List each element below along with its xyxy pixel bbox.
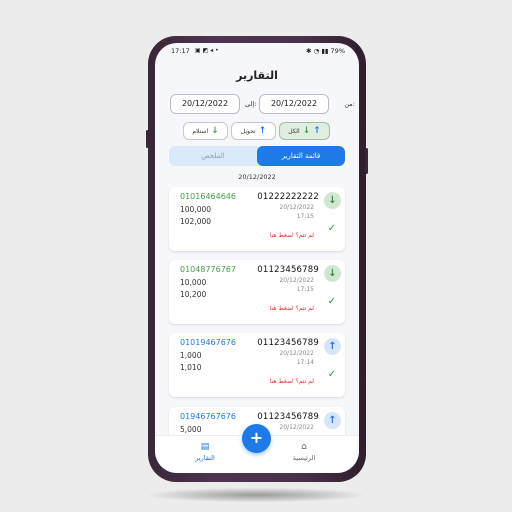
nav-label-home: الرئيسية [292, 454, 316, 462]
add-button[interactable]: + [242, 424, 271, 453]
to-date-field[interactable]: 20/12/2022 [170, 94, 240, 114]
nav-item-reports[interactable]: ▤ التقارير [175, 442, 235, 462]
notification-icons: ▣ ◩ ◂ • [195, 47, 219, 54]
item-amount: 5,000 [180, 425, 202, 434]
document-icon: ▤ [200, 442, 210, 452]
home-icon: ⌂ [301, 442, 307, 452]
outgoing-arrow-icon: ↑ [324, 412, 341, 429]
item-total: 10,200 [180, 290, 207, 299]
chip-label-receive: استلام [192, 127, 209, 135]
item-date: 20/12/2022 [279, 350, 314, 357]
retry-link[interactable]: لم تتم؟ اضغط هنا [270, 305, 314, 312]
filter-chip-all[interactable]: الكل ↓ ↑ [279, 122, 330, 140]
item-time: 17:15 [296, 213, 314, 220]
nav-label-reports: التقارير [195, 454, 215, 462]
nav-item-home[interactable]: ⌂ الرئيسية [274, 442, 334, 462]
item-time: 17:14 [296, 359, 314, 366]
filter-chip-receive[interactable]: استلام ↓ [183, 122, 228, 140]
item-amount: 100,000 [180, 205, 212, 214]
list-date-header: 20/12/2022 [238, 173, 276, 181]
arrow-down-icon: ↓ [302, 125, 311, 136]
item-amount: 1,000 [180, 351, 202, 360]
volume-button [365, 148, 368, 174]
arrow-up-icon: ↑ [313, 125, 321, 136]
phone-shadow [150, 488, 362, 502]
tab-switcher: قائمة التقارير الملخص [169, 146, 345, 166]
page-title: التقارير [236, 69, 278, 82]
arrow-up-icon: ↑ [258, 125, 267, 136]
status-time: 17:17 [171, 47, 190, 55]
filter-chip-transfer[interactable]: تحويل ↑ [231, 122, 276, 140]
side-button [146, 130, 149, 148]
signal-icon: ✱ ◔ ▮▮ [306, 47, 329, 55]
item-total: 102,000 [180, 217, 212, 226]
item-time: 17:15 [296, 286, 314, 293]
from-label: من: [344, 100, 355, 108]
outgoing-arrow-icon: ↑ [324, 338, 341, 355]
status-bar: 17:17 ▣ ◩ ◂ • ✱ ◔ ▮▮ 79% [171, 47, 345, 57]
arrow-down-icon: ↓ [211, 125, 219, 136]
check-icon: ✓ [327, 369, 336, 380]
chip-label-all: الكل [288, 127, 300, 135]
counterparty-phone: 01019467676 [180, 338, 236, 347]
item-date: 20/12/2022 [279, 277, 314, 284]
item-date: 20/12/2022 [279, 424, 314, 431]
list-item[interactable]: ↑ 01123456789 20/12/2022 17:14 010194676… [169, 333, 345, 397]
from-date-field[interactable]: 20/12/2022 [259, 94, 329, 114]
counterparty-phone: 01016464646 [180, 192, 236, 201]
tab-reports-list[interactable]: قائمة التقارير [257, 146, 345, 166]
wallet-number: 01222222222 [257, 192, 319, 202]
check-icon: ✓ [327, 223, 336, 234]
check-icon: ✓ [327, 296, 336, 307]
chip-label-transfer: تحويل [240, 127, 256, 135]
counterparty-phone: 01946767676 [180, 412, 236, 421]
wallet-number: 01123456789 [257, 265, 319, 275]
wallet-number: 01123456789 [257, 338, 319, 348]
incoming-arrow-icon: ↓ [324, 192, 341, 209]
retry-link[interactable]: لم تتم؟ اضغط هنا [270, 232, 314, 239]
to-label: إلى: [245, 100, 257, 108]
battery-level: 79% [330, 47, 345, 55]
item-total: 1,010 [180, 363, 202, 372]
incoming-arrow-icon: ↓ [324, 265, 341, 282]
wallet-number: 01123456789 [257, 412, 319, 422]
app-screen: 17:17 ▣ ◩ ◂ • ✱ ◔ ▮▮ 79% التقارير من: 20… [155, 43, 359, 473]
tab-summary[interactable]: الملخص [169, 146, 257, 166]
list-item[interactable]: ↓ 01123456789 20/12/2022 17:15 010487767… [169, 260, 345, 324]
retry-link[interactable]: لم تتم؟ اضغط هنا [270, 378, 314, 385]
list-item[interactable]: ↓ 01222222222 20/12/2022 17:15 010164646… [169, 187, 345, 251]
item-amount: 10,000 [180, 278, 207, 287]
status-right: ✱ ◔ ▮▮ 79% [306, 47, 345, 55]
item-date: 20/12/2022 [279, 204, 314, 211]
counterparty-phone: 01048776767 [180, 265, 236, 274]
